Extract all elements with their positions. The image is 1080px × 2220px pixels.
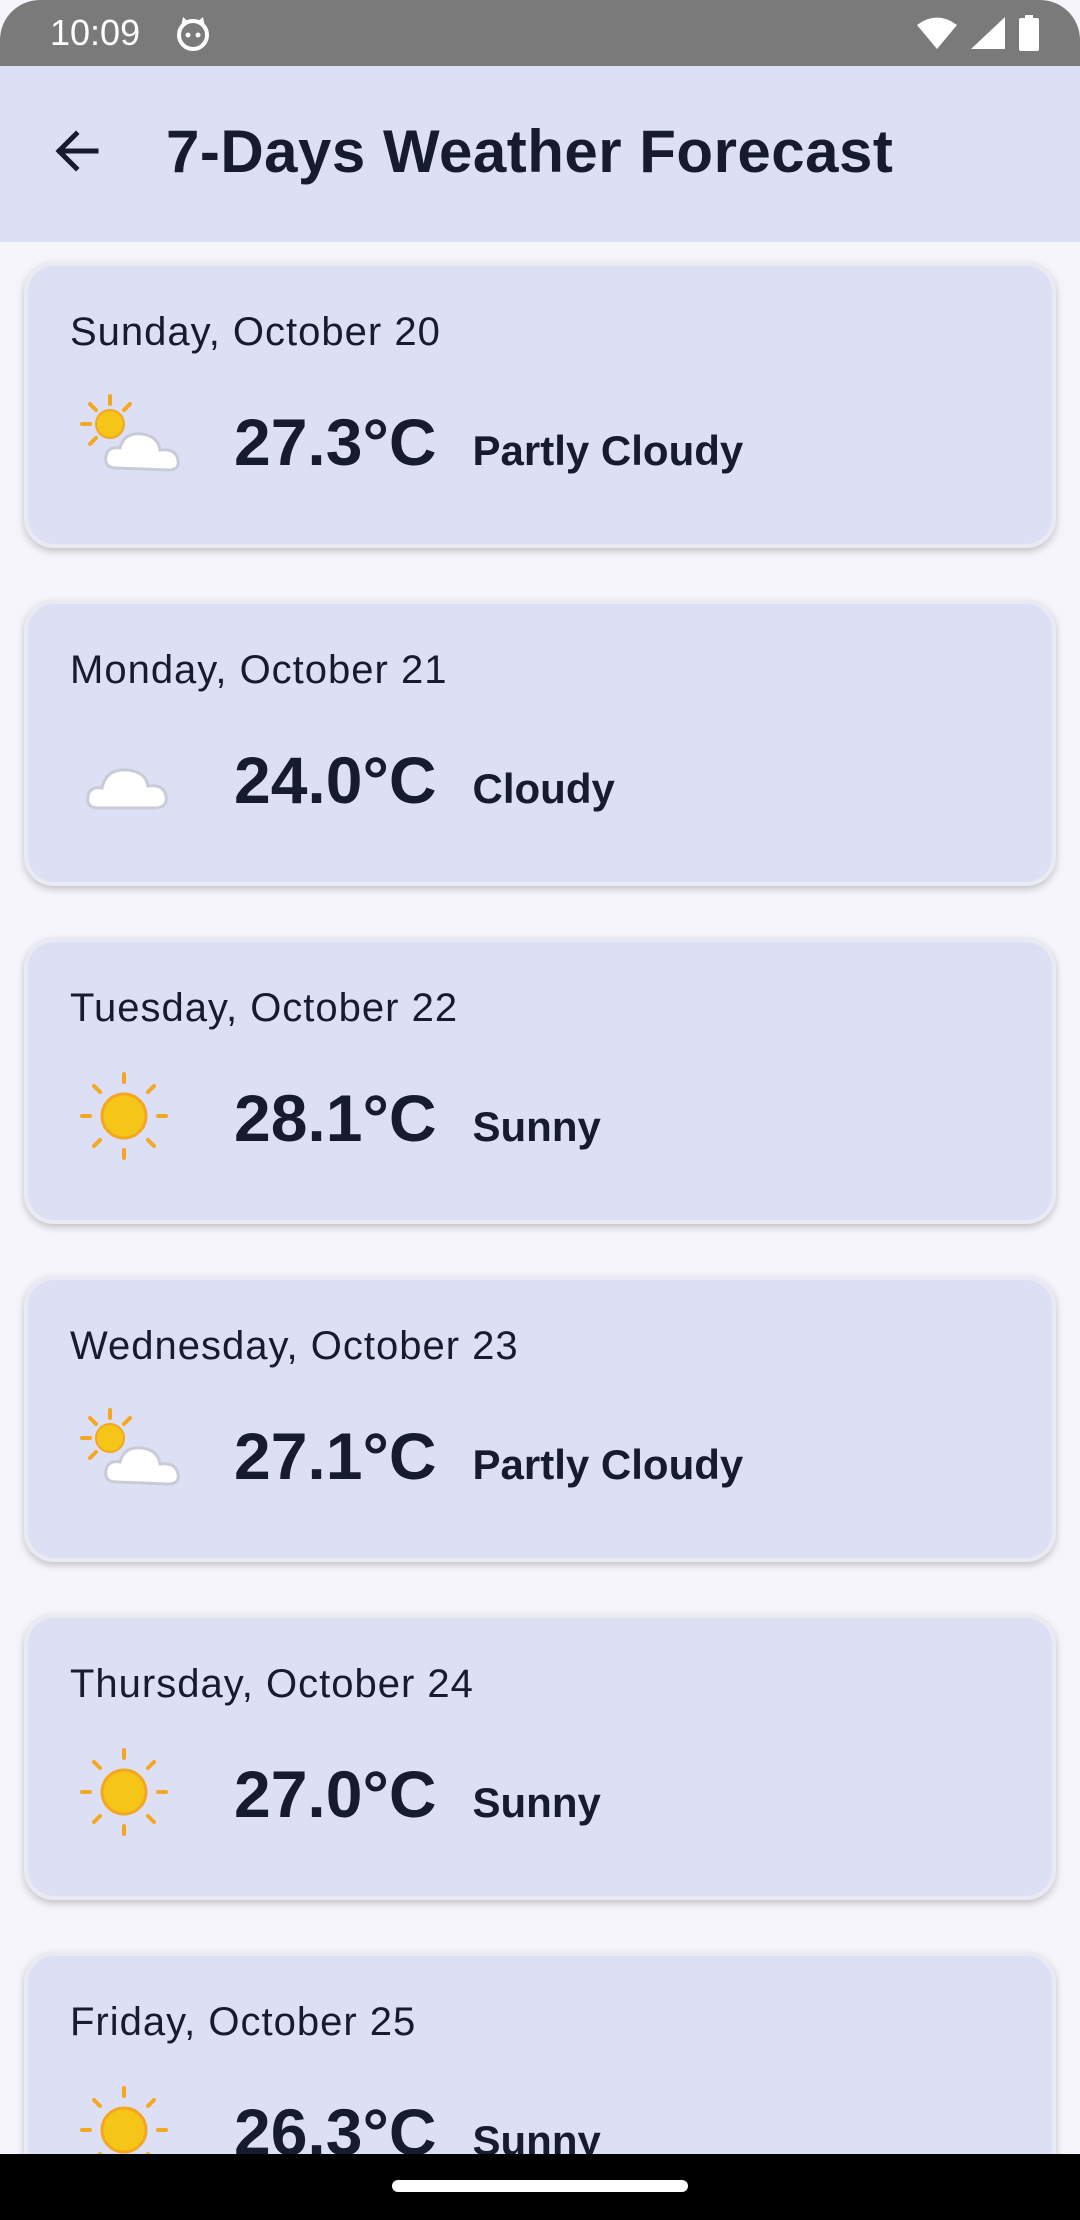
- status-icons: [916, 14, 1040, 52]
- forecast-condition: Sunny: [472, 1103, 601, 1150]
- forecast-date: Tuesday, October 22: [70, 986, 459, 1030]
- status-time: 10:09: [50, 12, 141, 53]
- forecast-condition: Sunny: [472, 1779, 601, 1826]
- battery-icon: [1019, 15, 1039, 51]
- back-button[interactable]: [44, 118, 110, 184]
- forecast-temp: 27.1°C: [234, 1419, 437, 1493]
- sunny-icon: [80, 1072, 168, 1160]
- forecast-row: 27.0°C Sunny: [234, 1756, 601, 1832]
- forecast-date: Sunday, October 20: [70, 310, 441, 354]
- forecast-condition: Cloudy: [472, 765, 615, 812]
- signal-icon: [971, 17, 1005, 49]
- forecast-date: Friday, October 25: [70, 2000, 417, 2044]
- arrow-back-icon: [55, 130, 99, 172]
- cloudy-icon: [86, 768, 168, 810]
- forecast-row: 27.1°C Partly Cloudy: [234, 1418, 743, 1494]
- wifi-icon: [917, 17, 957, 49]
- cat-icon: [177, 17, 209, 51]
- forecast-row: 26.3°C Sunny: [234, 2094, 601, 2154]
- forecast-card[interactable]: Wednesday, October 23 27.1°C Partly Clou…: [24, 1276, 1056, 1562]
- home-handle[interactable]: [392, 2180, 688, 2192]
- forecast-card[interactable]: Monday, October 21 24.0°C Cloudy: [24, 600, 1056, 886]
- sunny-icon: [80, 1748, 168, 1836]
- sunny-icon: [80, 2086, 168, 2154]
- navigation-bar: [0, 2154, 1080, 2220]
- forecast-card[interactable]: Sunday, October 20 27.3°C Partly Cloudy: [24, 262, 1056, 548]
- forecast-date: Monday, October 21: [70, 648, 448, 692]
- forecast-list[interactable]: Sunday, October 20 27.3°C Partly Cloudy …: [0, 242, 1080, 2154]
- partly-cloudy-icon: [80, 1408, 180, 1486]
- forecast-card[interactable]: Friday, October 25 26.3°C Sunny: [24, 1952, 1056, 2154]
- page-title: 7-Days Weather Forecast: [166, 118, 894, 185]
- partly-cloudy-icon: [80, 394, 180, 472]
- forecast-temp: 26.3°C: [234, 2095, 437, 2154]
- forecast-temp: 24.0°C: [234, 743, 437, 817]
- forecast-temp: 27.3°C: [234, 405, 437, 479]
- forecast-date: Wednesday, October 23: [70, 1324, 519, 1368]
- forecast-temp: 28.1°C: [234, 1081, 437, 1155]
- forecast-row: 28.1°C Sunny: [234, 1080, 601, 1156]
- forecast-temp: 27.0°C: [234, 1757, 437, 1831]
- forecast-condition: Partly Cloudy: [472, 1441, 744, 1488]
- status-bar: 10:09: [0, 0, 1080, 66]
- forecast-row: 27.3°C Partly Cloudy: [234, 404, 743, 480]
- forecast-condition: Sunny: [472, 2117, 601, 2154]
- forecast-card[interactable]: Tuesday, October 22 28.1°C Sunny: [24, 938, 1056, 1224]
- forecast-card[interactable]: Thursday, October 24 27.0°C Sunny: [24, 1614, 1056, 1900]
- forecast-date: Thursday, October 24: [70, 1662, 474, 1706]
- forecast-condition: Partly Cloudy: [472, 427, 744, 474]
- forecast-row: 24.0°C Cloudy: [234, 742, 615, 818]
